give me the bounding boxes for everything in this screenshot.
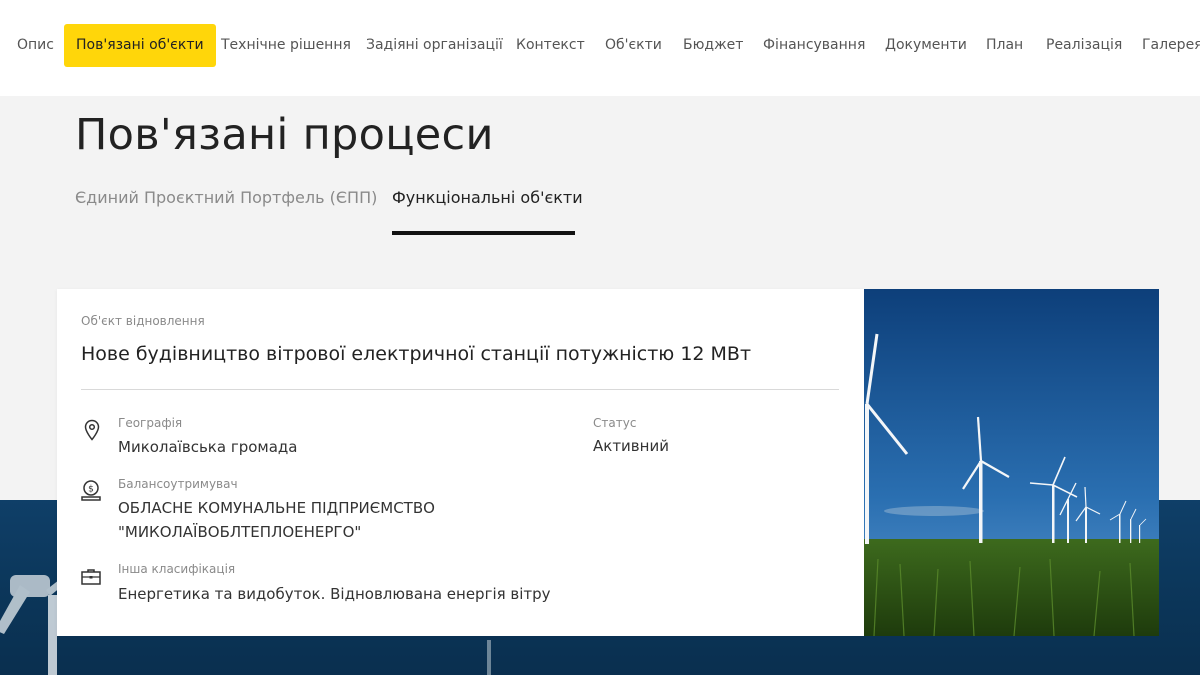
location-pin-icon	[84, 419, 100, 441]
tab-functional-objects[interactable]: Функціональні об'єкти	[392, 188, 583, 207]
nav-tab-implementation[interactable]: Реалізація	[1046, 24, 1122, 67]
nav-tab-related-objects[interactable]: Пов'язані об'єкти	[64, 24, 216, 67]
holder-value-line1: ОБЛАСНЕ КОМУНАЛЬНЕ ПІДПРИЄМСТВО	[118, 499, 435, 517]
object-card[interactable]: Об'єкт відновлення Нове будівництво вітр…	[57, 289, 864, 636]
object-title[interactable]: Нове будівництво вітрової електричної ст…	[81, 343, 751, 365]
nav-tab-plan[interactable]: План	[986, 24, 1023, 67]
page-title: Пов'язані процеси	[75, 110, 494, 160]
status-value: Активний	[593, 437, 669, 455]
nav-tab-gallery[interactable]: Галерея	[1142, 24, 1200, 67]
tab-unified-project-portfolio[interactable]: Єдиний Проєктний Портфель (ЄПП)	[75, 188, 377, 207]
wind-farm-photo	[864, 289, 1159, 636]
briefcase-icon	[81, 569, 101, 585]
active-tab-indicator	[392, 231, 575, 235]
svg-text:$: $	[88, 485, 94, 495]
geography-value: Миколаївська громада	[118, 438, 298, 456]
top-navigation: Опис Пов'язані об'єкти Технічне рішення …	[0, 0, 1200, 96]
holder-value-line2: "МИКОЛАЇВОБЛТЕПЛОЕНЕРГО"	[118, 523, 362, 541]
money-bag-icon: $	[81, 480, 101, 501]
classification-value: Енергетика та видобуток. Відновлювана ен…	[118, 585, 551, 603]
nav-tab-financing[interactable]: Фінансування	[763, 24, 865, 67]
status-label: Статус	[593, 416, 637, 430]
classification-label: Інша класифікація	[118, 562, 236, 576]
nav-tab-context[interactable]: Контекст	[516, 24, 585, 67]
card-divider	[81, 389, 839, 390]
object-category: Об'єкт відновлення	[81, 314, 205, 328]
nav-tab-technical-solution[interactable]: Технічне рішення	[221, 24, 351, 67]
nav-tab-objects[interactable]: Об'єкти	[605, 24, 662, 67]
nav-tab-documents[interactable]: Документи	[885, 24, 967, 67]
geography-label: Географія	[118, 416, 183, 430]
nav-tab-budget[interactable]: Бюджет	[683, 24, 743, 67]
holder-label: Балансоутримувач	[118, 477, 238, 491]
nav-tab-organizations[interactable]: Задіяні організації	[366, 24, 503, 67]
nav-tab-description[interactable]: Опис	[17, 24, 54, 67]
